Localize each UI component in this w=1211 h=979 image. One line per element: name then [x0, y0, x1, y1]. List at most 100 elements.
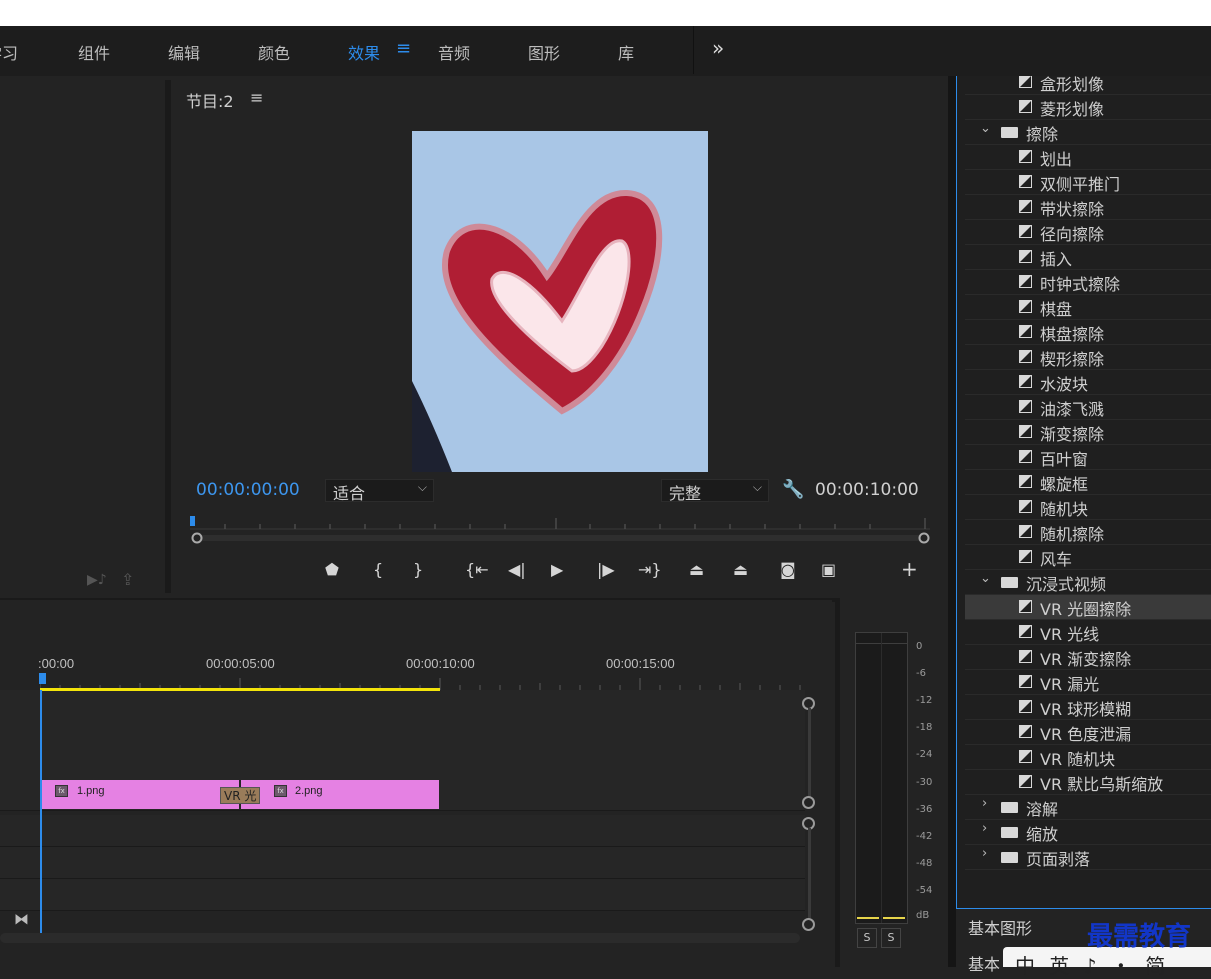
program-monitor-title[interactable]: 节目:2 [186, 88, 234, 112]
folder-item-zoom[interactable]: › 缩放 [965, 820, 1211, 845]
chevron-right-icon[interactable]: › [982, 796, 987, 811]
more-workspaces-icon[interactable]: » [712, 36, 724, 60]
workspace-tab-editing[interactable]: 编辑 [168, 40, 200, 64]
transition-vr-iris-wipe[interactable]: VR 光 [220, 787, 260, 804]
essential-panel-label[interactable]: 基本 [968, 951, 1000, 975]
timeline-horizontal-scrollbar[interactable] [0, 933, 800, 943]
workspace-menu-icon[interactable]: ≡ [396, 38, 411, 59]
workspace-tab-audio[interactable]: 音频 [438, 40, 470, 64]
chevron-down-icon[interactable]: ⌄ [980, 121, 991, 136]
effect-item[interactable]: 时钟式擦除 [965, 270, 1211, 295]
solo-left-button[interactable]: S [857, 928, 877, 948]
work-area-bar[interactable] [40, 688, 440, 691]
add-button-icon[interactable]: + [901, 557, 918, 581]
effect-item[interactable]: 棋盘 [965, 295, 1211, 320]
audio-track-1[interactable] [0, 815, 805, 847]
effect-item[interactable]: VR 默比乌斯缩放 [965, 770, 1211, 795]
audio-track-2[interactable] [0, 847, 805, 879]
folder-item-page-peel[interactable]: › 页面剥落 [965, 845, 1211, 870]
playback-quality-select[interactable]: 完整 ⌵ [661, 479, 769, 503]
step-back-icon[interactable]: ◀| [508, 560, 526, 579]
video-track-1[interactable] [0, 748, 805, 780]
effect-item[interactable]: 楔形擦除 [965, 345, 1211, 370]
fx-badge-icon[interactable]: fx [55, 785, 68, 797]
effect-item[interactable]: VR 渐变擦除 [965, 645, 1211, 670]
effect-item[interactable]: 划出 [965, 145, 1211, 170]
workspace-tab-libraries[interactable]: 库 [618, 40, 634, 64]
effect-item[interactable]: 径向擦除 [965, 220, 1211, 245]
effect-item[interactable]: 带状擦除 [965, 195, 1211, 220]
effect-item[interactable]: 随机擦除 [965, 520, 1211, 545]
folder-item-immersive-video[interactable]: ⌄ 沉浸式视频 [965, 570, 1211, 595]
effect-item[interactable]: VR 随机块 [965, 745, 1211, 770]
workspace-tab-effects[interactable]: 效果 [348, 40, 380, 64]
effect-item[interactable]: 螺旋框 [965, 470, 1211, 495]
effect-item[interactable]: 盒形划像 [965, 76, 1211, 95]
mark-out-icon[interactable]: } [413, 560, 423, 579]
settings-wrench-icon[interactable]: 🔧 [782, 479, 804, 500]
workspace-tab-learn[interactable]: 学习 [0, 40, 18, 64]
effect-item[interactable]: 双侧平推门 [965, 170, 1211, 195]
effect-item[interactable]: 水波块 [965, 370, 1211, 395]
transition-icon [1019, 400, 1032, 413]
effect-item[interactable]: 渐变擦除 [965, 420, 1211, 445]
workspace-tab-assembly[interactable]: 组件 [78, 40, 110, 64]
effect-item[interactable]: 风车 [965, 545, 1211, 570]
audio-track-3[interactable] [0, 879, 805, 911]
ruler-label-5s: 00:00:05:00 [206, 656, 275, 671]
ripple-tool-icon[interactable]: ⧓ [14, 910, 29, 928]
effect-item[interactable]: 插入 [965, 245, 1211, 270]
monitor-zoom-scrollbar[interactable] [190, 532, 930, 544]
monitor-menu-icon[interactable]: ≡ [250, 88, 263, 107]
panel-divider[interactable] [948, 76, 956, 967]
effect-item[interactable]: 随机块 [965, 495, 1211, 520]
chevron-right-icon[interactable]: › [982, 846, 987, 861]
track-scroll-knob-bottom[interactable] [802, 918, 815, 931]
solo-right-button[interactable]: S [881, 928, 901, 948]
effect-item-selected[interactable]: VR 光圈擦除 [965, 595, 1211, 620]
effect-item[interactable]: VR 漏光 [965, 670, 1211, 695]
effect-item[interactable]: VR 色度泄漏 [965, 720, 1211, 745]
track-scroll-knob-mid[interactable] [802, 796, 815, 809]
go-to-in-icon[interactable]: {⇤ [465, 560, 489, 579]
export-frame-camera-icon[interactable]: ◙ [780, 560, 796, 579]
clip-1[interactable]: fx 1.png [42, 780, 239, 809]
workspace-tab-graphics[interactable]: 图形 [528, 40, 560, 64]
extract-icon[interactable]: ⏏ [733, 560, 748, 579]
effect-item[interactable]: VR 光线 [965, 620, 1211, 645]
clip-2[interactable]: fx 2.png [241, 780, 439, 809]
effect-item[interactable]: VR 球形模糊 [965, 695, 1211, 720]
add-marker-icon[interactable]: ⬟ [325, 560, 339, 579]
video-track-2[interactable] [0, 717, 805, 749]
fx-badge-icon[interactable]: fx [274, 785, 287, 797]
chevron-down-icon[interactable]: ⌄ [980, 571, 991, 586]
folder-item-wipe[interactable]: ⌄ 擦除 [965, 120, 1211, 145]
effect-item[interactable]: 百叶窗 [965, 445, 1211, 470]
lift-icon[interactable]: ⏏ [689, 560, 704, 579]
workspace-tab-color[interactable]: 颜色 [258, 40, 290, 64]
comparison-view-icon[interactable]: ▣ [821, 560, 836, 579]
effect-item[interactable]: 油漆飞溅 [965, 395, 1211, 420]
step-forward-icon[interactable]: |▶ [597, 560, 615, 579]
insert-icon[interactable]: ▶♪ [87, 572, 107, 588]
effect-item[interactable]: 菱形划像 [965, 95, 1211, 120]
effect-item[interactable]: 棋盘擦除 [965, 320, 1211, 345]
current-timecode[interactable]: 00:00:00:00 [196, 480, 300, 500]
playhead-line[interactable] [40, 690, 42, 933]
track-scrollbar-lower[interactable] [808, 828, 811, 918]
play-icon[interactable]: ▶ [551, 560, 563, 579]
video-frame[interactable] [412, 131, 708, 472]
zoom-fit-select[interactable]: 适合 ⌵ [325, 479, 434, 503]
playhead-handle[interactable] [39, 673, 46, 684]
folder-item-dissolve[interactable]: › 溶解 [965, 795, 1211, 820]
essential-graphics-label[interactable]: 基本图形 [968, 915, 1032, 939]
ime-status-text[interactable]: 中 英 ♪ ・ 简 [1015, 950, 1169, 979]
go-to-out-icon[interactable]: ⇥} [638, 560, 662, 579]
chevron-right-icon[interactable]: › [982, 821, 987, 836]
track-scrollbar-upper[interactable] [808, 708, 811, 798]
panel-divider[interactable] [165, 80, 171, 593]
export-icon[interactable]: ⇪ [121, 570, 134, 589]
mark-in-icon[interactable]: { [373, 560, 383, 579]
transition-icon [1019, 300, 1032, 313]
monitor-time-ruler[interactable] [190, 516, 930, 530]
